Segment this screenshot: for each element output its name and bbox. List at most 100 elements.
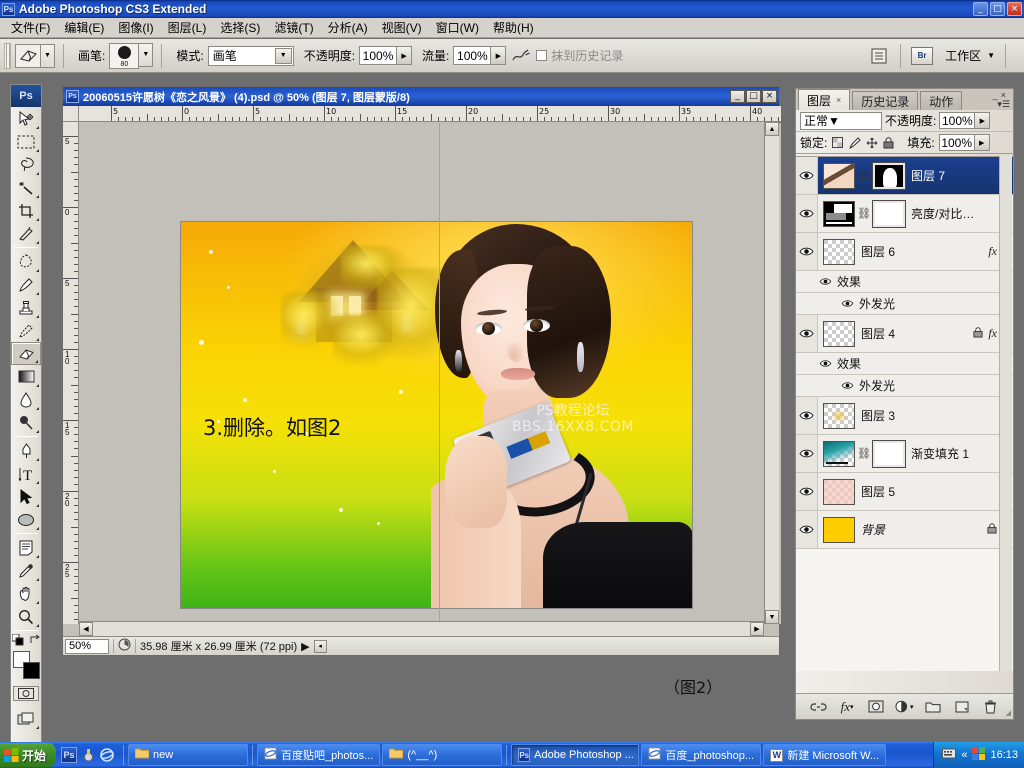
layer-fx-icon-3[interactable]: fx bbox=[988, 326, 997, 341]
scroll-right-button[interactable]: ▶ bbox=[750, 622, 764, 636]
layer-effect-outerglow-row-2[interactable]: 外发光 bbox=[796, 293, 1013, 315]
tab-history[interactable]: 历史记录 bbox=[852, 91, 919, 110]
gradient-tool[interactable] bbox=[11, 365, 41, 388]
vertical-ruler[interactable]: 5051015202530 bbox=[63, 122, 79, 624]
menu-view[interactable]: 视图(V) bbox=[375, 17, 429, 38]
mode-select[interactable]: 画笔 ▼ bbox=[207, 45, 294, 66]
current-tool-preview-eraser-icon[interactable] bbox=[15, 43, 41, 68]
layer-mask-thumbnail-5[interactable] bbox=[872, 439, 906, 468]
blur-tool[interactable] bbox=[11, 388, 41, 411]
layer-visibility-toggle-3[interactable] bbox=[796, 315, 818, 352]
menu-help[interactable]: 帮助(H) bbox=[486, 17, 541, 38]
brush-picker-dropdown[interactable]: ▼ bbox=[139, 42, 154, 67]
layer-visibility-toggle-5[interactable] bbox=[796, 435, 818, 472]
close-button[interactable]: × bbox=[1007, 2, 1022, 16]
quick-mask-icon[interactable] bbox=[13, 686, 39, 701]
lasso-tool[interactable] bbox=[11, 153, 41, 176]
layer-visibility-toggle-6[interactable] bbox=[796, 473, 818, 510]
layers-panel-scrollbar[interactable] bbox=[999, 156, 1012, 671]
layer-visibility-toggle-0[interactable] bbox=[796, 157, 818, 194]
move-tool[interactable] bbox=[11, 107, 41, 130]
fill-input[interactable]: 100% bbox=[938, 134, 975, 151]
effects-visibility-toggle-3[interactable] bbox=[818, 359, 832, 368]
panel-resize-grip[interactable]: ◢ bbox=[1006, 709, 1011, 717]
maximize-button[interactable]: □ bbox=[990, 2, 1005, 16]
document-maximize-button[interactable]: □ bbox=[746, 90, 761, 103]
zoom-level-input[interactable]: 50% bbox=[65, 638, 109, 654]
path-selection-tool[interactable] bbox=[11, 485, 41, 508]
layer-row-2[interactable]: 图层 6 fx ▲ bbox=[796, 233, 1013, 271]
layer-thumbnail-1[interactable] bbox=[823, 200, 855, 227]
layer-row-0[interactable]: ⛓ 图层 7 ▲ bbox=[796, 157, 1013, 195]
blend-mode-select[interactable]: 正常 ▼ bbox=[800, 111, 882, 130]
default-colors-icon[interactable] bbox=[11, 634, 24, 646]
layer-thumbnail-0[interactable] bbox=[823, 162, 855, 189]
panel-opacity-arrow-icon[interactable]: ▶ bbox=[975, 112, 991, 129]
screen-mode-icon[interactable] bbox=[11, 707, 41, 730]
layer-row-6[interactable]: 图层 5 bbox=[796, 473, 1013, 511]
document-title-bar[interactable]: Ps 20060515许愿树《恋之风景》 (4).psd @ 50% (图层 7… bbox=[63, 87, 779, 106]
taskbar-item-new-folder[interactable]: new bbox=[128, 744, 249, 766]
tool-preset-dropdown[interactable]: ▼ bbox=[41, 43, 55, 68]
flow-input[interactable]: 100% bbox=[453, 46, 492, 65]
hand-tool[interactable] bbox=[11, 582, 41, 605]
brush-tool[interactable] bbox=[11, 273, 41, 296]
crop-tool[interactable] bbox=[11, 199, 41, 222]
eyedropper-tool[interactable] bbox=[11, 559, 41, 582]
document-vertical-scrollbar[interactable]: ▲ ▼ bbox=[764, 122, 779, 624]
tools-palette-header[interactable]: Ps bbox=[11, 85, 41, 107]
taskbar-clock[interactable]: 16:13 bbox=[990, 749, 1018, 761]
layer-visibility-toggle-2[interactable] bbox=[796, 233, 818, 270]
layer-row-7[interactable]: 背景 bbox=[796, 511, 1013, 549]
scroll-down-button[interactable]: ▼ bbox=[765, 610, 779, 624]
media-quicklaunch-icon[interactable] bbox=[80, 747, 96, 763]
link-layers-icon[interactable] bbox=[809, 698, 827, 716]
horizontal-ruler[interactable]: 5 0 5 10 15 20 25 30 35 40 bbox=[79, 106, 781, 122]
document-minimize-button[interactable]: _ bbox=[730, 90, 745, 103]
document-close-button[interactable]: × bbox=[762, 90, 777, 103]
layer-row-4[interactable]: 图层 3 bbox=[796, 397, 1013, 435]
layer-row-3[interactable]: 图层 4 fx ▲ bbox=[796, 315, 1013, 353]
menu-edit[interactable]: 编辑(E) bbox=[57, 17, 111, 38]
canvas-scroll-area[interactable]: 3.删除。如图2 PS教程论坛 BBS.16XX8.COM bbox=[80, 123, 781, 624]
layer-name-1[interactable]: 亮度/对比… bbox=[911, 205, 974, 222]
minimize-button[interactable]: _ bbox=[973, 2, 988, 16]
image-artboard[interactable]: 3.删除。如图2 PS教程论坛 BBS.16XX8.COM bbox=[181, 222, 692, 608]
scroll-left-button[interactable]: ◀ bbox=[79, 622, 93, 636]
tab-layers-close-icon[interactable]: × bbox=[836, 95, 841, 105]
layer-thumbnail-4[interactable] bbox=[823, 402, 855, 429]
eraser-tool[interactable] bbox=[11, 342, 41, 365]
options-bar-grip[interactable] bbox=[4, 42, 11, 69]
healing-brush-tool[interactable] bbox=[11, 250, 41, 273]
taskbar-item-smiley-folder[interactable]: (^__^) bbox=[382, 744, 503, 766]
layer-name-0[interactable]: 图层 7 bbox=[911, 167, 945, 184]
panel-opacity-input[interactable]: 100% bbox=[939, 112, 976, 129]
effect-visibility-toggle-2-0[interactable] bbox=[840, 299, 854, 308]
menu-window[interactable]: 窗口(W) bbox=[429, 17, 486, 38]
layer-link-icon-5[interactable]: ⛓ bbox=[857, 447, 871, 460]
slice-tool[interactable] bbox=[11, 222, 41, 245]
delete-layer-icon[interactable] bbox=[982, 698, 1000, 716]
layer-name-2[interactable]: 图层 6 bbox=[861, 243, 895, 260]
layer-name-4[interactable]: 图层 3 bbox=[861, 407, 895, 424]
layer-visibility-toggle-7[interactable] bbox=[796, 511, 818, 548]
document-horizontal-scrollbar[interactable]: ◀ ▶ bbox=[79, 621, 764, 636]
layer-thumbnail-2[interactable] bbox=[823, 238, 855, 265]
start-button[interactable]: 开始 bbox=[0, 743, 57, 767]
workspace-chevron-down-icon[interactable]: ▼ bbox=[987, 51, 995, 60]
effect-visibility-toggle-3-0[interactable] bbox=[840, 381, 854, 390]
menu-select[interactable]: 选择(S) bbox=[213, 17, 267, 38]
layer-mask-thumbnail-0[interactable] bbox=[872, 161, 906, 190]
airbrush-icon[interactable] bbox=[510, 45, 532, 67]
new-adjustment-layer-icon[interactable]: ▾ bbox=[895, 698, 913, 716]
flow-slider-arrow-icon[interactable]: ▶ bbox=[491, 46, 507, 65]
scroll-up-button[interactable]: ▲ bbox=[765, 122, 779, 136]
vertical-guide-extended[interactable] bbox=[439, 123, 440, 624]
menu-analysis[interactable]: 分析(A) bbox=[321, 17, 375, 38]
shape-tool[interactable] bbox=[11, 508, 41, 531]
menu-filter[interactable]: 滤镜(T) bbox=[267, 17, 320, 38]
taskbar-item-baidu-photoshop[interactable]: 百度_photoshop... bbox=[641, 744, 762, 766]
taskbar-item-baidu-tieba[interactable]: 百度贴吧_photos... bbox=[257, 744, 381, 766]
menu-file[interactable]: 文件(F) bbox=[4, 17, 57, 38]
new-layer-icon[interactable] bbox=[953, 698, 971, 716]
